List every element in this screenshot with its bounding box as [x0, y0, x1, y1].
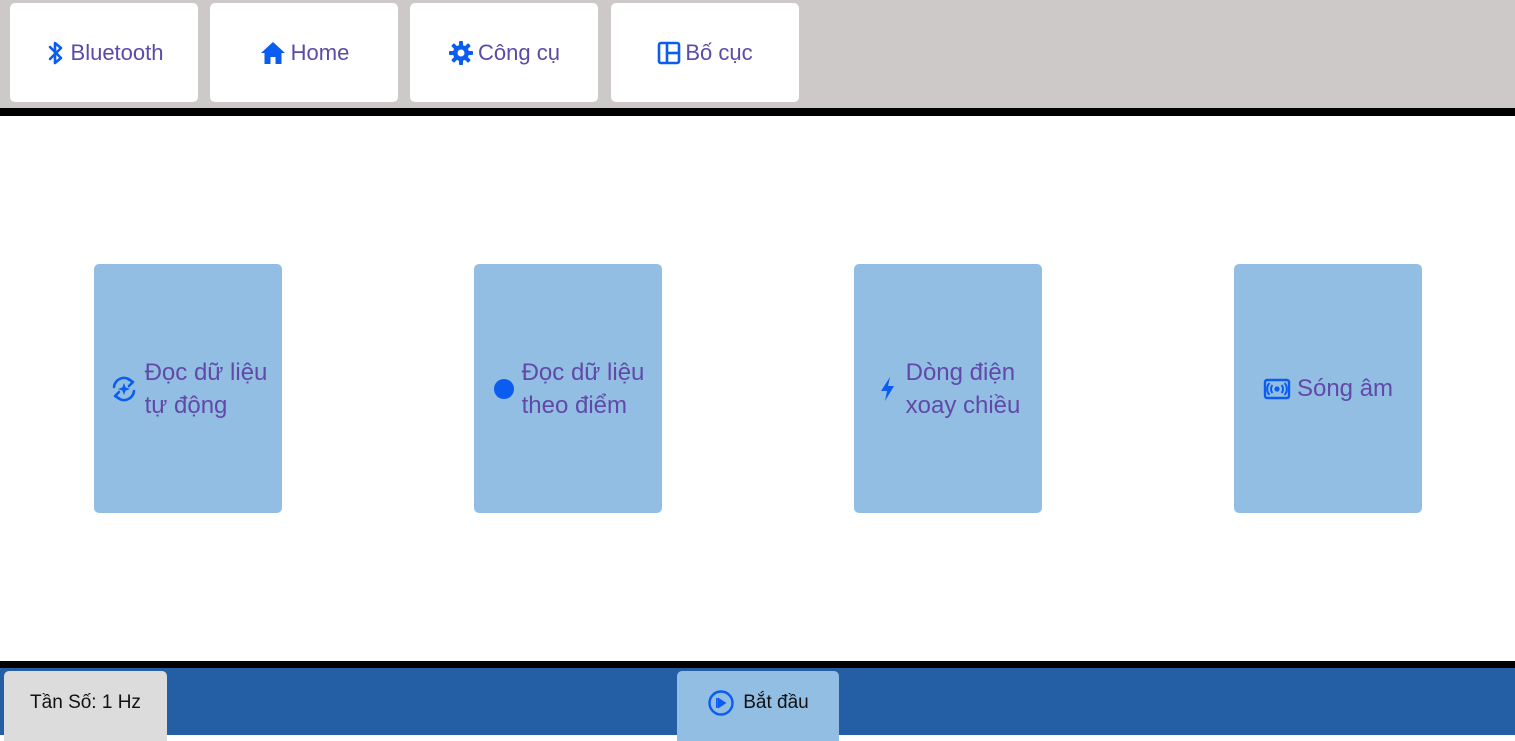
bluetooth-icon [45, 40, 67, 66]
start-label: Bắt đầu [743, 692, 809, 713]
frequency-label: Tần Số: 1 Hz [30, 692, 141, 713]
sound-wave-icon [1263, 377, 1291, 401]
bottom-bar: Tần Số: 1 Hz Bắt đầu [0, 668, 1515, 741]
nav-label-home: Home [290, 39, 350, 65]
nav-label-tools: Công cụ [478, 39, 560, 65]
nav-label-bluetooth: Bluetooth [70, 39, 164, 65]
lightning-icon [876, 375, 900, 403]
top-nav-bar: Bluetooth Home Công cụ Bố cục [0, 0, 1515, 108]
nav-button-home[interactable]: Home [210, 3, 398, 102]
home-icon [259, 40, 287, 66]
mode-label-ac-current: Dòng điện xoay chiều [905, 358, 1021, 419]
bottom-divider [0, 661, 1515, 668]
mode-panel: Đọc dữ liệu tự động Đọc dữ liệu theo điể… [0, 116, 1515, 661]
nav-button-tools[interactable]: Công cụ [410, 3, 598, 102]
play-circle-icon [707, 689, 735, 717]
top-divider [0, 108, 1515, 116]
mode-card-auto-read[interactable]: Đọc dữ liệu tự động [94, 264, 282, 513]
mode-card-point-read[interactable]: Đọc dữ liệu theo điểm [474, 264, 662, 513]
layout-icon [657, 41, 681, 65]
mode-card-ac-current[interactable]: Dòng điện xoay chiều [854, 264, 1042, 513]
gear-icon [448, 40, 474, 66]
auto-refresh-icon [109, 374, 139, 404]
frequency-display: Tần Số: 1 Hz [4, 671, 167, 741]
nav-button-layout[interactable]: Bố cục [611, 3, 799, 102]
start-button[interactable]: Bắt đầu [677, 671, 839, 741]
mode-card-sound-wave[interactable]: Sóng âm [1234, 264, 1422, 513]
dot-icon [492, 377, 516, 401]
nav-button-bluetooth[interactable]: Bluetooth [10, 3, 198, 102]
nav-label-layout: Bố cục [685, 39, 753, 65]
mode-label-auto-read: Đọc dữ liệu tự động [144, 358, 268, 419]
mode-label-sound-wave: Sóng âm [1296, 375, 1394, 402]
mode-label-point-read: Đọc dữ liệu theo điểm [521, 358, 645, 419]
